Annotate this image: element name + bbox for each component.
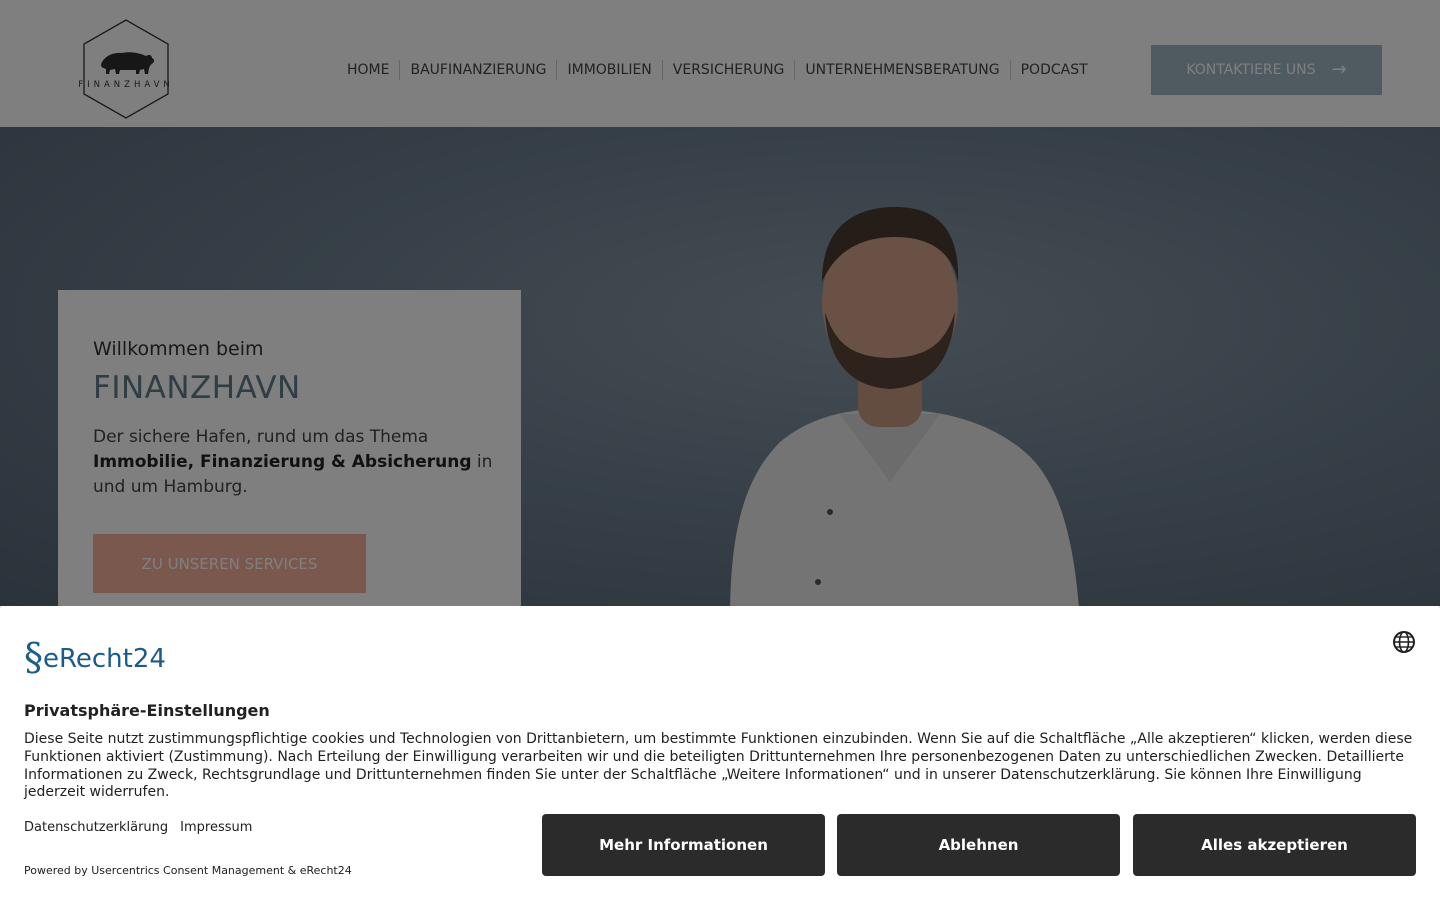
accept-all-button[interactable]: Alles akzeptieren	[1133, 814, 1416, 876]
globe-icon[interactable]	[1391, 629, 1417, 655]
erecht24-wordmark: eRecht24	[43, 644, 166, 674]
powered-by-text: Powered by Usercentrics Consent Manageme…	[24, 864, 352, 877]
cookie-consent-banner: § eRecht24 Privatsphäre-Einstellungen Di…	[0, 606, 1440, 900]
more-information-button[interactable]: Mehr Informationen	[542, 814, 825, 876]
erecht24-section-icon: §	[24, 635, 43, 679]
privacy-policy-link[interactable]: Datenschutzerklärung	[24, 820, 168, 835]
consent-description: Diese Seite nutzt zustimmungspflichtige …	[24, 731, 1413, 801]
consent-links: Datenschutzerklärung Impressum	[24, 820, 252, 835]
erecht24-logo: § eRecht24	[24, 632, 166, 676]
consent-title: Privatsphäre-Einstellungen	[24, 701, 270, 720]
imprint-link[interactable]: Impressum	[180, 820, 252, 835]
deny-button[interactable]: Ablehnen	[837, 814, 1120, 876]
modal-backdrop[interactable]	[0, 0, 1440, 606]
